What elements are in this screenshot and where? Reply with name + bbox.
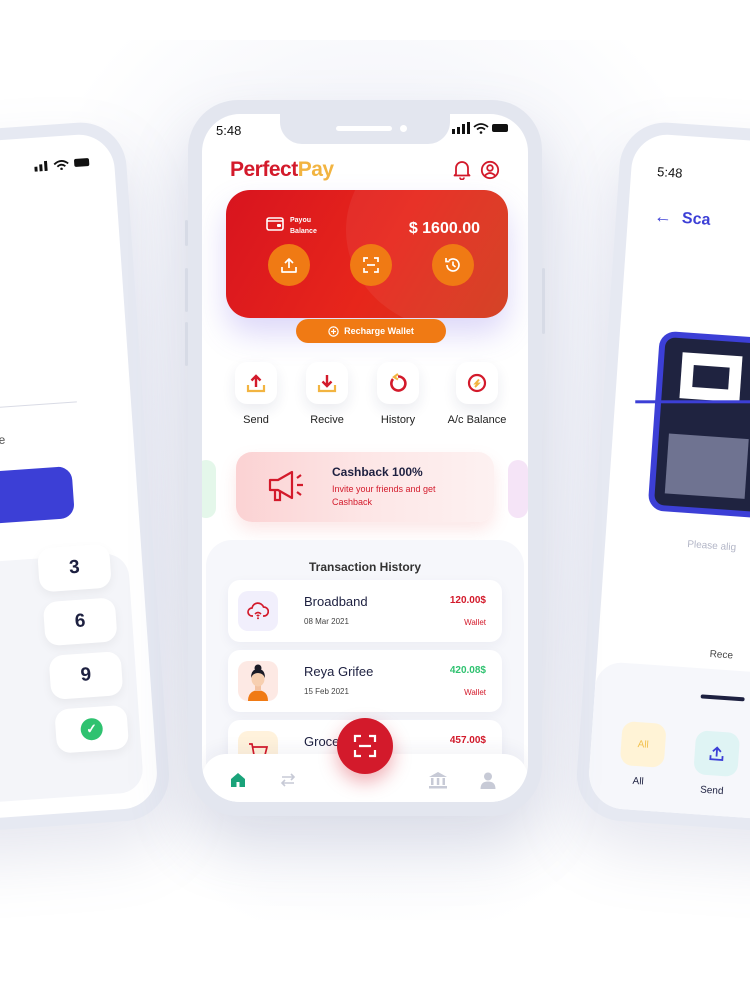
recharge-wallet-button[interactable]: Recharge Wallet <box>296 319 446 343</box>
receive-action[interactable]: Recive <box>287 362 367 426</box>
send-label: Send <box>243 414 269 426</box>
transaction-amount: 120.00$ <box>449 595 486 606</box>
upload-icon <box>709 746 724 761</box>
transaction-date: 15 Feb 2021 <box>304 687 349 696</box>
history-icon <box>377 362 419 404</box>
transaction-method: Wallet <box>464 688 486 697</box>
transaction-date: 08 Mar 2021 <box>304 617 349 626</box>
recent-label: Rece <box>709 648 734 662</box>
key-9[interactable]: 9 <box>48 651 124 700</box>
user-circle-icon[interactable] <box>478 158 502 182</box>
back-arrow-icon[interactable]: ← <box>653 206 672 228</box>
check-icon: ✓ <box>79 717 104 741</box>
transaction-row[interactable]: Broadband 08 Mar 2021 120.00$ Wallet <box>228 580 502 642</box>
filter-send-label: Send <box>699 784 724 798</box>
filter-all-button[interactable]: All <box>619 720 667 768</box>
card-upload-button[interactable] <box>268 244 310 286</box>
input-underline <box>0 401 77 416</box>
history-label: History <box>380 414 416 426</box>
transaction-name: Reya Grifee <box>304 664 374 679</box>
filter-all-label: All <box>632 775 645 788</box>
balance-label: Payou Balance <box>290 217 317 235</box>
receive-icon <box>306 362 348 404</box>
upload-icon <box>281 258 297 273</box>
bell-icon[interactable] <box>450 158 474 182</box>
cloud-wifi-icon <box>238 591 278 631</box>
cashback-banner[interactable]: Cashback 100% Invite your friends and ge… <box>236 452 494 522</box>
promo-prev-card[interactable] <box>202 460 216 518</box>
history-title: Transaction History <box>308 560 422 574</box>
balance-action[interactable]: A/c Balance <box>437 362 517 426</box>
filter-send-button[interactable] <box>693 730 741 778</box>
scan-icon <box>363 257 379 273</box>
app-logo: PerfectPay <box>230 158 334 181</box>
main-phone-mockup: 5:48 PerfectPay Payou Balance $ 1600.00 <box>185 100 545 816</box>
screen-title: Sca <box>681 209 711 229</box>
promo-text: Invite your friends and get Cashback <box>332 484 436 507</box>
recharge-label: Recharge Wallet <box>344 326 414 336</box>
megaphone-icon <box>266 468 306 511</box>
status-icons <box>452 122 510 137</box>
scan-line <box>635 400 750 404</box>
status-time: 5:48 <box>216 123 242 138</box>
confirm-key[interactable]: ✓ <box>54 704 130 754</box>
transaction-row[interactable]: Reya Grifee 15 Feb 2021 420.08$ Wallet <box>228 650 502 712</box>
transaction-name: Groce <box>304 734 340 749</box>
scan-fab-button[interactable] <box>337 718 393 774</box>
scan-icon <box>353 734 377 758</box>
key-3[interactable]: 3 <box>36 543 112 593</box>
continue-text: nue <box>0 432 6 448</box>
main-screen: 5:48 PerfectPay Payou Balance $ 1600.00 <box>202 114 528 802</box>
profile-icon[interactable] <box>478 770 498 790</box>
key-6[interactable]: 6 <box>42 597 118 647</box>
continue-button[interactable] <box>0 465 75 528</box>
card-scan-button[interactable] <box>350 244 392 286</box>
transaction-name: Broadband <box>304 594 368 609</box>
balance-amount: $ 1600.00 <box>408 220 480 237</box>
transaction-amount: 457.00$ <box>449 735 486 746</box>
qr-scan-frame <box>647 330 750 519</box>
history-icon <box>445 258 460 272</box>
status-time: 5:48 <box>656 164 683 181</box>
balance-icon <box>456 362 498 404</box>
transaction-amount: 420.08$ <box>449 665 486 676</box>
home-icon[interactable] <box>228 770 248 790</box>
send-action[interactable]: Send <box>216 362 296 426</box>
balance-card: Payou Balance $ 1600.00 <box>226 190 508 318</box>
wallet-icon <box>266 216 284 237</box>
transfer-icon[interactable] <box>278 770 298 790</box>
notch <box>280 114 450 144</box>
balance-label: A/c Balance <box>447 414 507 426</box>
bank-icon[interactable] <box>428 770 448 790</box>
receive-label: Recive <box>310 414 344 426</box>
avatar <box>238 661 278 701</box>
promo-next-card[interactable] <box>508 460 528 518</box>
history-action[interactable]: History <box>358 362 438 426</box>
scan-hint: Please alig <box>686 539 737 554</box>
card-history-button[interactable] <box>432 244 474 286</box>
promo-title: Cashback 100% <box>332 465 423 479</box>
status-icons <box>34 156 93 175</box>
send-icon <box>235 362 277 404</box>
keypad: 3 6 9 ✓ <box>0 543 145 806</box>
transaction-method: Wallet <box>464 618 486 627</box>
plus-circle-icon <box>328 325 339 337</box>
